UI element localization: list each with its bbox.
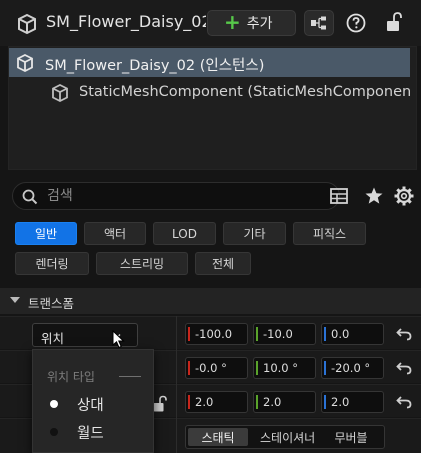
value: -100.0 bbox=[195, 327, 233, 341]
radio-unselected-icon bbox=[50, 428, 58, 436]
details-header: SM_Flower_Daisy_02 + 추가 bbox=[0, 0, 421, 46]
x-axis-marker bbox=[188, 361, 190, 375]
location-z-field[interactable]: 0.0 bbox=[321, 323, 384, 345]
actor-name-field[interactable]: SM_Flower_Daisy_02 bbox=[46, 12, 206, 31]
reset-location-icon[interactable] bbox=[395, 325, 413, 343]
static-mesh-actor-icon bbox=[18, 13, 36, 35]
tree-item-static-mesh-component[interactable]: StaticMeshComponent (StaticMeshComponent… bbox=[9, 78, 410, 107]
location-label: 위치 bbox=[41, 331, 65, 346]
transform-section-header[interactable]: 트랜스폼 bbox=[0, 288, 421, 314]
z-axis-marker bbox=[324, 327, 326, 341]
tree-item-label: StaticMeshComponent (StaticMeshComponent… bbox=[79, 84, 410, 100]
rotation-z-field[interactable]: -20.0 ° bbox=[321, 357, 384, 379]
y-axis-marker bbox=[256, 361, 258, 375]
scale-x-field[interactable]: 2.0 bbox=[185, 391, 248, 413]
tab-physics[interactable]: 피직스 bbox=[293, 222, 366, 245]
value: 2.0 bbox=[195, 395, 214, 409]
rotation-x-field[interactable]: -0.0 ° bbox=[185, 357, 248, 379]
plus-icon: + bbox=[224, 10, 241, 34]
location-type-menu: 위치 타입 상대 월드 bbox=[32, 349, 154, 453]
tree-item-label: SM_Flower_Daisy_02 (인스턴스) bbox=[45, 58, 265, 74]
tree-item-actor[interactable]: SM_Flower_Daisy_02 (인스턴스) bbox=[9, 48, 410, 77]
mobility-selector: 스태틱 스테이셔너리 무버블 bbox=[185, 425, 385, 449]
favorites-star-icon[interactable] bbox=[364, 186, 384, 206]
scale-z-field[interactable]: 2.0 bbox=[321, 391, 384, 413]
value: 0.0 bbox=[331, 327, 350, 341]
tab-misc[interactable]: 기타 bbox=[223, 222, 286, 245]
collapse-arrow-icon bbox=[10, 297, 20, 303]
mouse-cursor-icon bbox=[112, 330, 125, 349]
value: -20.0 ° bbox=[331, 361, 371, 375]
scale-lock-icon[interactable] bbox=[152, 395, 168, 413]
search-input[interactable] bbox=[47, 186, 327, 206]
settings-gear-icon[interactable] bbox=[393, 185, 415, 207]
table-view-icon[interactable] bbox=[329, 186, 349, 206]
tab-all[interactable]: 전체 bbox=[195, 252, 251, 275]
tab-general[interactable]: 일반 bbox=[15, 222, 77, 245]
location-y-field[interactable]: -10.0 bbox=[253, 323, 316, 345]
value: -10.0 bbox=[263, 327, 293, 341]
menu-item-world[interactable]: 월드 bbox=[47, 421, 147, 443]
radio-selected-icon bbox=[50, 400, 58, 408]
menu-item-label: 월드 bbox=[77, 426, 104, 442]
tab-streaming[interactable]: 스트리밍 bbox=[96, 252, 188, 275]
value: 2.0 bbox=[331, 395, 350, 409]
reset-rotation-icon[interactable] bbox=[395, 359, 413, 377]
reset-scale-icon[interactable] bbox=[395, 393, 413, 411]
value: 10.0 ° bbox=[263, 361, 299, 375]
section-title: 트랜스폼 bbox=[28, 296, 75, 311]
y-axis-marker bbox=[256, 327, 258, 341]
help-icon[interactable] bbox=[346, 13, 366, 33]
menu-divider bbox=[119, 376, 141, 377]
z-axis-marker bbox=[324, 361, 326, 375]
menu-item-label: 상대 bbox=[77, 398, 104, 414]
component-tree: SM_Flower_Daisy_02 (인스턴스) StaticMeshComp… bbox=[8, 46, 417, 170]
rotation-y-field[interactable]: 10.0 ° bbox=[253, 357, 316, 379]
menu-item-relative[interactable]: 상대 bbox=[47, 393, 147, 415]
tab-rendering[interactable]: 렌더링 bbox=[15, 252, 89, 275]
blueprint-icon bbox=[311, 16, 326, 30]
x-axis-marker bbox=[188, 395, 190, 409]
mobility-static[interactable]: 스태틱 bbox=[188, 428, 248, 446]
x-axis-marker bbox=[188, 327, 190, 341]
mobility-movable[interactable]: 무버블 bbox=[320, 428, 382, 446]
search-box bbox=[12, 182, 340, 210]
lock-icon[interactable] bbox=[385, 11, 403, 33]
tab-lod[interactable]: LOD bbox=[153, 222, 216, 245]
value: -0.0 ° bbox=[195, 361, 227, 375]
search-icon bbox=[22, 189, 38, 205]
y-axis-marker bbox=[256, 395, 258, 409]
static-mesh-component-icon bbox=[52, 83, 68, 103]
menu-header: 위치 타입 bbox=[47, 370, 95, 384]
column-divider bbox=[176, 316, 177, 453]
static-mesh-icon bbox=[17, 53, 33, 73]
mobility-stationary[interactable]: 스테이셔너리 bbox=[254, 428, 314, 446]
tab-actor[interactable]: 액터 bbox=[84, 222, 146, 245]
value: 2.0 bbox=[263, 395, 282, 409]
add-component-button[interactable]: + 추가 bbox=[207, 10, 296, 36]
location-x-field[interactable]: -100.0 bbox=[185, 323, 248, 345]
z-axis-marker bbox=[324, 395, 326, 409]
blueprint-button[interactable] bbox=[304, 10, 334, 36]
add-button-label: 추가 bbox=[246, 16, 273, 32]
scale-y-field[interactable]: 2.0 bbox=[253, 391, 316, 413]
